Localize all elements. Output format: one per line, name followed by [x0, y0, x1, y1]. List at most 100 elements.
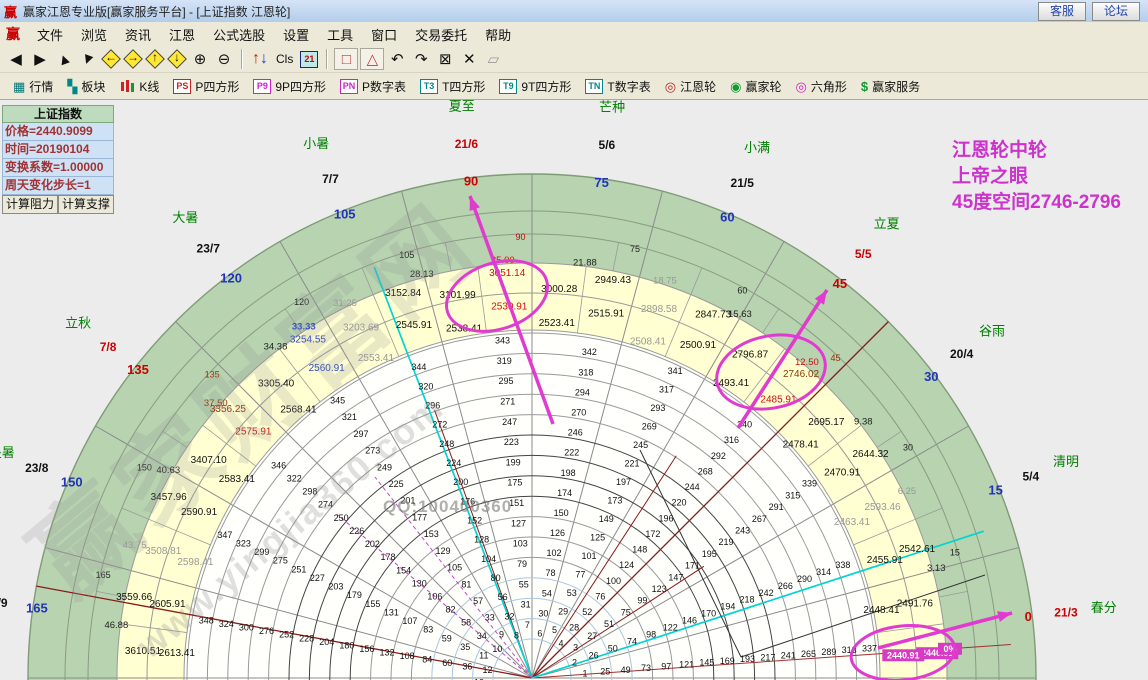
menu-item-公式选股[interactable]: 公式选股 [204, 23, 274, 46]
wheel-integer: 146 [682, 616, 697, 626]
axis-date-label: 7/8 [100, 340, 117, 354]
nav-right-icon[interactable]: ▶ [29, 49, 51, 69]
wheel-integer: 197 [616, 477, 631, 487]
wheel-integer: 322 [287, 473, 302, 483]
zoom-in-icon[interactable]: ⊕ [189, 49, 211, 69]
calc-support-button[interactable]: 计算支撑 [58, 195, 114, 214]
wheel-integer: 132 [380, 647, 395, 657]
wheel-integer: 175 [507, 478, 522, 488]
menu-item-帮助[interactable]: 帮助 [476, 23, 520, 46]
view-button-9p-square[interactable]: P99P四方形 [253, 78, 326, 95]
titlebar-button-support[interactable]: 客服 [1038, 2, 1086, 21]
view-button-t-square[interactable]: T3T四方形 [420, 78, 485, 95]
wheel-integer: 101 [581, 551, 596, 561]
rotate-cw-icon[interactable]: ↷ [410, 49, 432, 69]
titlebar-button-forum[interactable]: 论坛 [1092, 2, 1140, 21]
zoom-out-icon[interactable]: ⊖ [213, 49, 235, 69]
solar-term-label: 小满 [744, 140, 770, 155]
toolbar-separator [241, 49, 243, 69]
axis-degree-label: 105 [334, 206, 356, 221]
gann-wheel-chart-area[interactable]: 1234567891011121325262728293031323334353… [0, 100, 1148, 680]
nav-down-icon[interactable]: ▼ [74, 46, 102, 72]
cls-icon[interactable]: Cls [273, 49, 296, 69]
wheel-integer: 123 [652, 584, 667, 594]
axis-date-label: 23/7 [197, 241, 221, 255]
up-arrow-glyph: ↑ [252, 50, 260, 68]
percent-value: 21.88 [573, 257, 597, 268]
rotate-ccw-icon[interactable]: ↶ [386, 49, 408, 69]
axis-degree-label: 60 [720, 210, 734, 225]
page-right-icon[interactable]: → [123, 49, 143, 69]
view-button-p-number-table[interactable]: PNP数字表 [340, 78, 406, 95]
arrow-glyph: → [123, 50, 143, 64]
nav-up-icon[interactable]: ▲ [50, 46, 78, 72]
wheel-integer: 223 [504, 437, 519, 447]
wheel-integer: 49 [621, 665, 631, 675]
p-number-table-badge-icon: PN [340, 79, 358, 94]
wheel-integer: 60 [442, 658, 452, 668]
panel-row-1: 时间=20190104 [2, 141, 114, 159]
outer-price-value: 2847.73 [695, 310, 732, 321]
calc-resistance-button[interactable]: 计算阻力 [2, 195, 58, 214]
view-button-label: 9P四方形 [275, 78, 326, 95]
wheel-integer: 170 [701, 609, 716, 619]
axis-date-label: 5/4 [1022, 469, 1039, 483]
wheel-integer: 98 [646, 630, 656, 640]
titlebar-buttons: 客服论坛 [1038, 2, 1140, 21]
wheel-integer: 220 [672, 498, 687, 508]
calendar-icon[interactable]: 21 [298, 49, 320, 69]
wheel-integer: 8 [514, 631, 519, 641]
wheel-integer: 251 [291, 564, 306, 574]
view-button-winner-wheel[interactable]: ◉赢家轮 [730, 78, 781, 95]
view-button-9t-square[interactable]: T99T四方形 [499, 78, 571, 95]
menu-item-窗口[interactable]: 窗口 [362, 23, 406, 46]
view-button-p-square[interactable]: PSP四方形 [173, 78, 239, 95]
wheel-integer: 242 [759, 588, 774, 598]
view-button-kline[interactable]: K线 [119, 78, 159, 95]
menu-item-工具[interactable]: 工具 [318, 23, 362, 46]
annotation-line: 江恩轮中轮 [952, 138, 1121, 164]
annotation-line: 45度空间2746-2796 [952, 190, 1121, 216]
degree-ring-value: 15 [950, 548, 960, 558]
page-left-icon[interactable]: ← [101, 49, 121, 69]
view-button-label: T四方形 [442, 78, 485, 95]
view-button-winner-service[interactable]: $赢家服务 [861, 78, 920, 95]
view-button-sectors[interactable]: ▚板块 [67, 78, 105, 95]
menu-item-交易委托[interactable]: 交易委托 [406, 23, 476, 46]
menu-item-设置[interactable]: 设置 [274, 23, 318, 46]
view-button-gann-wheel[interactable]: ◎江恩轮 [665, 78, 716, 95]
axis-date-label: 21/5 [731, 176, 755, 190]
wheel-integer: 59 [442, 633, 452, 643]
wheel-integer: 217 [760, 652, 775, 662]
wheel-integer: 127 [511, 518, 526, 528]
wheel-integer: 105 [447, 563, 462, 573]
close-box-icon[interactable]: ⊠ [434, 49, 456, 69]
view-button-quotes[interactable]: ▦行情 [13, 78, 53, 95]
page-down-icon[interactable]: ↓ [167, 49, 187, 69]
page-up-icon[interactable]: ↑ [145, 49, 165, 69]
view-button-label: 江恩轮 [680, 78, 716, 95]
converge-icon[interactable]: ✕ [458, 49, 480, 69]
menu-item-江恩[interactable]: 江恩 [160, 23, 204, 46]
view-button-t-number-table[interactable]: TNT数字表 [585, 78, 650, 95]
draw-rect-icon[interactable]: □ [334, 48, 358, 70]
wheel-integer: 204 [319, 637, 334, 647]
wheel-integer: 276 [259, 626, 274, 636]
wheel-integer: 107 [402, 616, 417, 626]
wheel-integer: 269 [642, 421, 657, 431]
degree-ring-value: 60 [737, 285, 747, 295]
nav-left-icon[interactable]: ◀ [5, 49, 27, 69]
draw-triangle-icon[interactable]: △ [360, 48, 384, 70]
axis-date-label: 20/4 [950, 347, 974, 361]
screen-icon[interactable]: ▱ [482, 49, 504, 69]
wheel-integer: 203 [328, 582, 343, 592]
view-button-hexagon[interactable]: ◎六角形 [795, 78, 846, 95]
wheel-integer: 150 [554, 508, 569, 518]
menu-item-文件[interactable]: 文件 [28, 23, 72, 46]
menu-item-浏览[interactable]: 浏览 [72, 23, 116, 46]
menu-item-资讯[interactable]: 资讯 [116, 23, 160, 46]
p-square-badge-icon: PS [173, 79, 191, 94]
wheel-integer: 27 [587, 631, 597, 641]
sort-updown-icon[interactable]: ↑↓ [249, 49, 271, 69]
axis-degree-label: 165 [26, 600, 48, 615]
